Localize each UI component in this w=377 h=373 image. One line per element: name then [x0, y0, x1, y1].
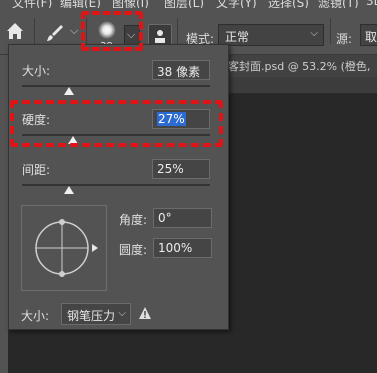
angle-input[interactable]: 0°	[153, 208, 212, 228]
size-input[interactable]: 38 像素	[152, 60, 210, 80]
roundness-label: 圆度:	[119, 243, 148, 257]
source-label: 源:	[336, 32, 353, 46]
size-label: 大小:	[22, 64, 51, 78]
source-value: 取	[365, 30, 377, 44]
spacing-slider-thumb[interactable]	[64, 186, 74, 194]
blend-mode-value: 正常	[225, 30, 250, 44]
menu-3d[interactable]: 3D	[366, 0, 377, 8]
menu-edit[interactable]: 编辑(E)	[60, 0, 101, 8]
chevron-down-icon: ⌵	[118, 308, 126, 319]
size-control-value: 钢笔压力	[67, 309, 116, 323]
menu-image[interactable]: 图像(I)	[112, 0, 149, 8]
roundness-input[interactable]: 100%	[153, 238, 212, 258]
annotation-hardness-highlight	[10, 100, 223, 147]
separator	[177, 18, 178, 44]
size-value: 38 像素	[157, 65, 201, 79]
spacing-slider-track[interactable]	[22, 184, 210, 186]
chevron-down-icon[interactable]: ⌵	[70, 24, 78, 38]
menu-file[interactable]: 文件(F)	[12, 0, 52, 8]
menu-select[interactable]: 选择(S)	[268, 0, 309, 8]
warning-icon	[139, 307, 151, 319]
menu-filter[interactable]: 滤镜(T)	[318, 0, 359, 8]
tools-panel	[0, 55, 8, 373]
chevron-down-icon: ⌵	[310, 28, 318, 39]
size-slider-thumb[interactable]	[64, 87, 74, 95]
document-tab[interactable]: 客封面.psd @ 53.2% (橙色,	[222, 55, 377, 78]
horizontal-ruler	[222, 77, 377, 94]
brush-angle-roundness-widget[interactable]	[21, 205, 107, 291]
roundness-value: 100%	[158, 241, 193, 255]
angle-value: 0°	[158, 211, 172, 225]
brush-icon[interactable]	[44, 22, 66, 44]
spacing-label: 间距:	[22, 163, 51, 177]
brush-preset-panel: 大小: 38 像素 硬度: 27% 间距: 25% 角度: 0° 圆度: 100…	[8, 44, 229, 330]
size-control-select[interactable]: 钢笔压力 ⌵	[61, 303, 131, 325]
menu-bar: 文件(F) 编辑(E) 图像(I) 图层(L) 文字(Y) 选择(S) 滤镜(T…	[0, 0, 377, 8]
annotation-brush-preset-highlight	[81, 11, 143, 51]
size-control-label: 大小:	[21, 309, 50, 323]
spacing-input[interactable]: 25%	[152, 159, 210, 179]
size-slider-track[interactable]	[22, 85, 210, 87]
document-title: 客封面.psd @ 53.2% (橙色,	[228, 60, 371, 73]
separator	[330, 18, 331, 44]
source-select[interactable]: 取	[360, 24, 377, 46]
menu-type[interactable]: 文字(Y)	[216, 0, 257, 8]
separator	[34, 18, 35, 44]
angle-dial-icon	[35, 219, 98, 277]
angle-label: 角度:	[119, 213, 148, 227]
home-icon[interactable]	[4, 20, 26, 42]
menu-layer[interactable]: 图层(L)	[164, 0, 204, 8]
blend-mode-select[interactable]: 正常 ⌵	[218, 24, 324, 46]
spacing-value: 25%	[157, 162, 184, 176]
